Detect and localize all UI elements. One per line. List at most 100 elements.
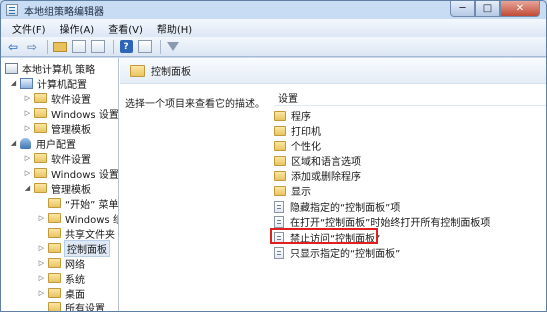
list-item-label: 只显示指定的“控制面板”	[290, 249, 401, 260]
tree-item-system[interactable]: ▷ 系统	[37, 270, 85, 286]
list-item-label: 隐藏指定的“控制面板”项	[290, 203, 401, 214]
tree-item-all-settings[interactable]: 所有设置	[37, 299, 105, 312]
folder-icon	[48, 228, 61, 238]
expand-arrow-icon[interactable]: ▷	[37, 259, 46, 268]
filter-button[interactable]	[165, 39, 181, 55]
tree-item-root[interactable]: 本地计算机 策略	[5, 60, 95, 76]
up-folder-button[interactable]	[52, 39, 68, 55]
list-item-add-remove[interactable]: 添加或删除程序	[274, 168, 361, 183]
menu-action[interactable]: 操作(A)	[53, 21, 102, 36]
folder-icon	[48, 302, 61, 311]
toolbar-separator	[113, 39, 114, 54]
expand-arrow-icon[interactable]: ▷	[23, 124, 32, 133]
tree-item-label: 系统	[65, 274, 85, 286]
list-item-programs[interactable]: 程序	[274, 108, 311, 123]
expand-arrow-icon[interactable]: ▷	[37, 289, 46, 298]
computer-policy-icon	[5, 62, 18, 74]
app-icon	[6, 4, 18, 16]
tree-item-label: 管理模板	[51, 124, 91, 136]
window-title: 本地组策略编辑器	[24, 6, 104, 18]
tree-item-computer-windows[interactable]: ▷ Windows 设置	[23, 105, 118, 121]
policy-setting-icon	[274, 200, 284, 213]
tree-item-user-windows[interactable]: ▷ Windows 设置	[23, 165, 118, 181]
tree-item-label: 管理模板	[51, 184, 91, 196]
folder-icon	[48, 213, 61, 223]
tree-item-network[interactable]: ▷ 网络	[37, 255, 85, 271]
folder-open-icon	[34, 183, 47, 193]
collapse-arrow-icon[interactable]: ◢	[9, 139, 18, 148]
tree-item-user-admin[interactable]: ◢ 管理模板	[23, 180, 91, 196]
tree-item-label: 共享文件夹	[65, 229, 115, 241]
folder-icon	[274, 110, 286, 121]
list-item-display[interactable]: 显示	[274, 183, 311, 198]
folder-icon	[34, 153, 47, 163]
folder-icon	[48, 258, 61, 268]
maximize-button[interactable]: □	[475, 1, 500, 17]
tree-item-label: “开始” 菜单	[65, 199, 119, 211]
folder-icon	[274, 140, 286, 151]
menu-file[interactable]: 文件(F)	[5, 21, 53, 36]
expand-arrow-icon[interactable]: ▷	[37, 244, 46, 253]
content-area: 本地计算机 策略 ◢ 计算机配置 ▷ 软件设置 ▷ Windows 设置 ▷ 管…	[1, 58, 546, 312]
tree-item-start-menu[interactable]: “开始” 菜单	[37, 195, 119, 211]
group-policy-window: 本地组策略编辑器 ─ □ ✕ 文件(F) 操作(A) 查看(V) 帮助(H) ⇦…	[0, 0, 547, 312]
list-item-regional[interactable]: 区域和语言选项	[274, 153, 361, 168]
tree-item-computer-config[interactable]: ◢ 计算机配置	[9, 75, 87, 91]
show-hide-tree-button[interactable]	[71, 39, 87, 55]
close-button[interactable]: ✕	[500, 1, 540, 17]
list-item-label: 程序	[291, 112, 311, 123]
window-controls: ─ □ ✕	[450, 1, 540, 17]
export-list-button[interactable]	[90, 39, 106, 55]
list-item-label: 个性化	[291, 142, 321, 153]
details-pane: 控制面板 选择一个项目来查看它的描述。 设置 程序 打印机 个性化 区域和语言选…	[120, 58, 546, 311]
title-bar[interactable]: 本地组策略编辑器 ─ □ ✕	[1, 1, 546, 19]
expand-arrow-icon[interactable]: ▷	[23, 169, 32, 178]
tree-item-computer-software[interactable]: ▷ 软件设置	[23, 90, 91, 106]
menu-view[interactable]: 查看(V)	[101, 21, 150, 36]
list-item-label: 打印机	[291, 127, 321, 138]
collapse-arrow-icon[interactable]: ◢	[9, 79, 18, 88]
folder-icon	[48, 288, 61, 298]
list-item-hide-items[interactable]: 隐藏指定的“控制面板”项	[274, 199, 400, 214]
menu-help[interactable]: 帮助(H)	[150, 21, 199, 36]
expand-arrow-icon[interactable]: ▷	[23, 94, 32, 103]
tree-item-user-config[interactable]: ◢ 用户配置	[9, 135, 76, 151]
list-item-printers[interactable]: 打印机	[274, 123, 321, 138]
collapse-arrow-icon[interactable]: ◢	[23, 184, 32, 193]
expand-arrow-icon[interactable]: ▷	[37, 214, 46, 223]
folder-up-icon	[53, 41, 67, 52]
pane-header: 控制面板	[120, 58, 546, 84]
policy-setting-icon	[274, 215, 284, 228]
filter-icon	[167, 42, 179, 51]
description-text: 选择一个项目来查看它的描述。	[125, 99, 265, 110]
tree-item-label: 计算机配置	[37, 79, 87, 91]
properties-button[interactable]	[137, 39, 153, 55]
list-item-personalization[interactable]: 个性化	[274, 138, 321, 153]
expand-arrow-icon[interactable]: ▷	[37, 274, 46, 283]
tree-item-control-panel[interactable]: ▷ 控制面板	[37, 239, 110, 257]
folder-icon	[34, 168, 47, 178]
tree-item-windows-components[interactable]: ▷ Windows 组	[37, 210, 118, 226]
folder-icon	[34, 93, 47, 103]
list-item-show-only[interactable]: 只显示指定的“控制面板”	[274, 245, 400, 260]
expand-arrow-icon[interactable]: ▷	[23, 154, 32, 163]
help-button[interactable]: ?	[118, 39, 134, 55]
help-icon: ?	[119, 40, 133, 53]
console-tree: 本地计算机 策略 ◢ 计算机配置 ▷ 软件设置 ▷ Windows 设置 ▷ 管…	[1, 58, 119, 312]
tree-item-shared-folders[interactable]: 共享文件夹	[37, 225, 115, 241]
tree-item-user-software[interactable]: ▷ 软件设置	[23, 150, 91, 166]
list-item-always-open-all[interactable]: 在打开“控制面板”时始终打开所有控制面板项	[274, 214, 490, 229]
tree-item-label: 本地计算机 策略	[22, 64, 96, 76]
forward-arrow-icon[interactable]: ⇨	[24, 39, 40, 55]
tree-item-label: 软件设置	[51, 94, 91, 106]
tree-item-computer-admin[interactable]: ▷ 管理模板	[23, 120, 91, 136]
expand-arrow-icon[interactable]: ▷	[23, 109, 32, 118]
minimize-button[interactable]: ─	[450, 1, 475, 17]
column-header-setting[interactable]: 设置	[274, 90, 546, 106]
properties-icon	[138, 40, 152, 53]
folder-icon	[48, 273, 61, 283]
back-arrow-icon[interactable]: ⇦	[5, 39, 21, 55]
list-item-label: 显示	[291, 187, 311, 198]
